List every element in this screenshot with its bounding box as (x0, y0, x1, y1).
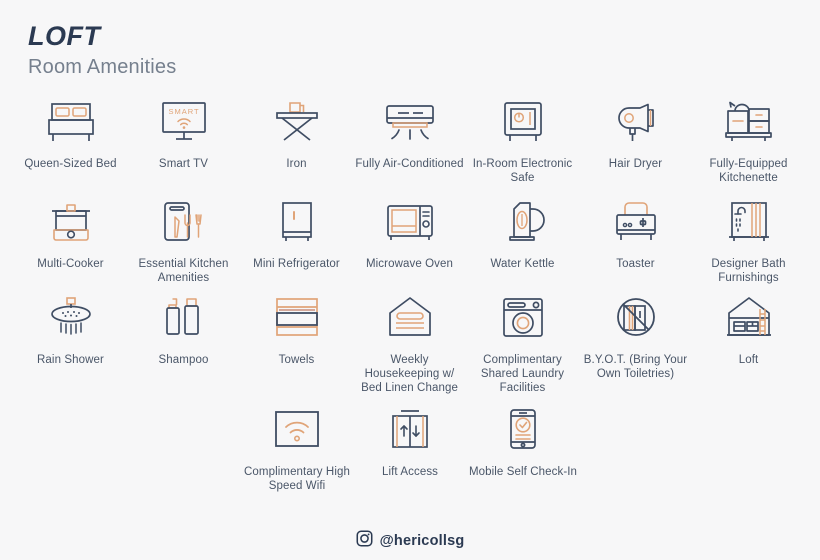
brand-title: LOFT (28, 21, 101, 51)
amenity-hair-dryer: Hair Dryer (579, 90, 692, 190)
amenity-in-room-electronic-safe: In-Room Electronic Safe (466, 90, 579, 190)
page-header: LOFT Room Amenities (14, 0, 806, 79)
bath-furnishings-icon (718, 190, 780, 248)
amenity-label: Iron (286, 158, 307, 171)
wifi-icon (266, 398, 328, 456)
amenity-loft: Loft (692, 286, 805, 398)
amenity-label: Multi-Cooker (37, 258, 104, 271)
amenity-fully-air-conditioned: Fully Air-Conditioned (353, 90, 466, 190)
lift-icon (379, 398, 441, 456)
amenity-complimentary-shared-laundry: Complimentary Shared Laundry Facilities (466, 286, 579, 398)
amenities-row-2: Multi-Cooker Essential Kitchen Amenities… (14, 190, 806, 286)
amenity-mobile-self-check-in: Mobile Self Check-In (467, 398, 580, 498)
amenity-label: Complimentary High Speed Wifi (244, 466, 350, 493)
amenity-label: B.Y.O.T. (Bring Your Own Toiletries) (583, 354, 688, 381)
amenity-designer-bath-furnishings: Designer Bath Furnishings (692, 190, 805, 286)
amenity-label: Weekly Housekeeping w/ Bed Linen Change (361, 354, 458, 395)
amenities-row-1: Queen-Sized Bed SMART Smart TV Iron Full… (14, 90, 806, 190)
amenity-complimentary-wifi: Complimentary High Speed Wifi (241, 398, 354, 498)
amenity-rain-shower: Rain Shower (14, 286, 127, 398)
amenities-row-4: Complimentary High Speed Wifi Lift Acces… (14, 398, 806, 498)
amenity-label: Toaster (616, 258, 655, 271)
amenity-multi-cooker: Multi-Cooker (14, 190, 127, 286)
amenity-label: Water Kettle (490, 258, 555, 271)
hair-dryer-icon (605, 90, 667, 148)
footer: @hericollsg (0, 530, 820, 552)
safe-icon (492, 90, 554, 148)
amenity-essential-kitchen-amenities: Essential Kitchen Amenities (127, 190, 240, 286)
amenity-shampoo: Shampoo (127, 286, 240, 398)
towels-icon (266, 286, 328, 344)
amenity-toaster: Toaster (579, 190, 692, 286)
amenity-label: Complimentary Shared Laundry Facilities (480, 354, 565, 395)
toaster-icon (605, 190, 667, 248)
bed-icon (40, 90, 102, 148)
laundry-icon (492, 286, 554, 344)
amenity-label: Microwave Oven (365, 258, 454, 271)
amenity-label: Lift Access (381, 466, 439, 479)
microwave-icon (379, 190, 441, 248)
amenity-label: Shampoo (158, 354, 209, 367)
iron-icon (266, 90, 328, 148)
shampoo-icon (153, 286, 215, 344)
amenity-smart-tv: SMART Smart TV (127, 90, 240, 190)
amenity-weekly-housekeeping: Weekly Housekeeping w/ Bed Linen Change (353, 286, 466, 398)
amenity-label: Mini Refrigerator (253, 258, 340, 271)
amenity-label: Fully-Equipped Kitchenette (709, 158, 788, 185)
refrigerator-icon (266, 190, 328, 248)
amenity-fully-equipped-kitchenette: Fully-Equipped Kitchenette (692, 90, 805, 190)
amenity-label: Essential Kitchen Amenities (138, 258, 229, 285)
amenity-queen-sized-bed: Queen-Sized Bed (14, 90, 127, 190)
loft-icon (718, 286, 780, 344)
amenity-iron: Iron (240, 90, 353, 190)
amenity-towels: Towels (240, 286, 353, 398)
multi-cooker-icon (40, 190, 102, 248)
amenity-label: Designer Bath Furnishings (711, 258, 786, 285)
page-title: Room Amenities (28, 56, 177, 79)
kitchen-utensils-icon (153, 190, 215, 248)
amenity-label: In-Room Electronic Safe (472, 158, 573, 185)
amenity-mini-refrigerator: Mini Refrigerator (240, 190, 353, 286)
amenity-microwave-oven: Microwave Oven (353, 190, 466, 286)
amenity-lift-access: Lift Access (354, 398, 467, 498)
air-conditioner-icon (379, 90, 441, 148)
instagram-icon[interactable] (356, 530, 373, 552)
amenities-row-3: Rain Shower Shampoo Towels Weekly Housek… (14, 286, 806, 398)
water-kettle-icon (492, 190, 554, 248)
smart-tv-icon: SMART (153, 90, 215, 148)
svg-text:SMART: SMART (168, 107, 199, 116)
amenity-byot: B.Y.O.T. (Bring Your Own Toiletries) (579, 286, 692, 398)
amenity-label: Loft (738, 354, 759, 367)
amenity-label: Mobile Self Check-In (468, 466, 578, 479)
amenity-label: Rain Shower (37, 354, 104, 367)
amenity-label: Fully Air-Conditioned (355, 158, 464, 171)
amenities-page: LOFT Room Amenities Queen-Sized Bed SMAR… (0, 0, 820, 560)
instagram-handle[interactable]: @hericollsg (380, 533, 465, 549)
no-toiletries-icon (605, 286, 667, 344)
amenity-label: Towels (278, 354, 315, 367)
amenity-label: Smart TV (158, 158, 209, 171)
amenities-grid: Queen-Sized Bed SMART Smart TV Iron Full… (14, 90, 806, 498)
mobile-checkin-icon (492, 398, 554, 456)
kitchenette-icon (718, 90, 780, 148)
rain-shower-icon (40, 286, 102, 344)
amenity-water-kettle: Water Kettle (466, 190, 579, 286)
housekeeping-icon (379, 286, 441, 344)
amenity-label: Hair Dryer (608, 158, 663, 171)
amenity-label: Queen-Sized Bed (24, 158, 117, 171)
